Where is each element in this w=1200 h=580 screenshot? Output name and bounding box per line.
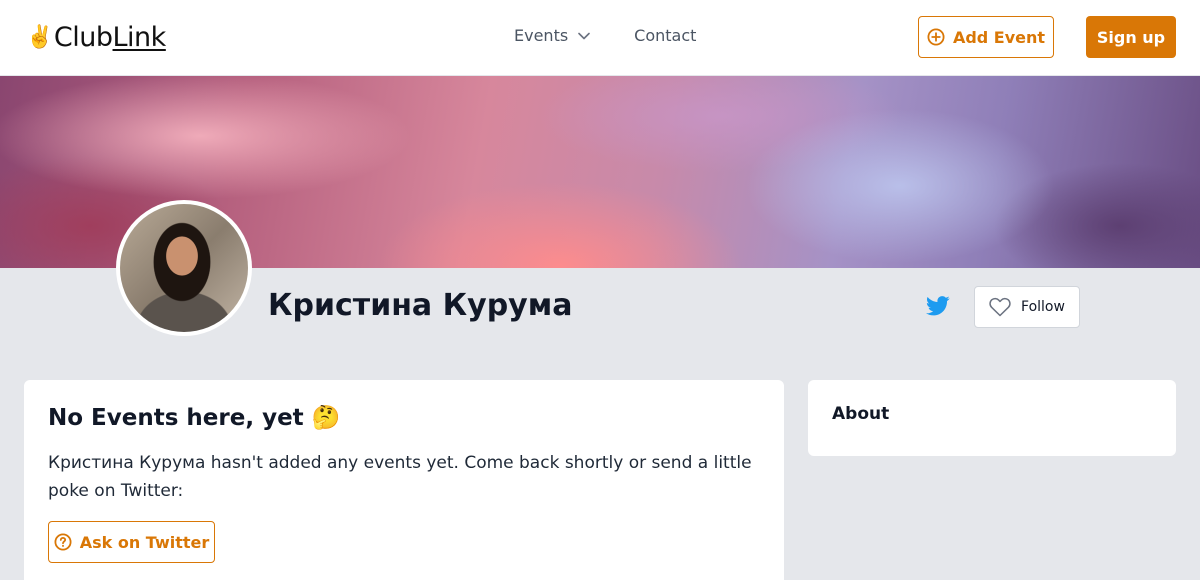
follow-label: Follow <box>1021 299 1065 315</box>
events-card-title: No Events here, yet 🤔 <box>48 404 760 432</box>
add-event-button[interactable]: Add Event <box>918 16 1054 58</box>
ask-on-twitter-label: Ask on Twitter <box>79 532 210 552</box>
sign-up-button[interactable]: Sign up <box>1086 16 1176 58</box>
events-card: No Events here, yet 🤔 Кристина Курума ha… <box>24 380 784 580</box>
logo-text-link: Link <box>112 22 167 53</box>
sign-up-label: Sign up <box>1096 27 1166 47</box>
site-header: ✌️ Club Link Events Contact Add Event Sig… <box>0 0 1200 76</box>
twitter-icon[interactable] <box>926 296 950 316</box>
no-events-message: Кристина Курума hasn't added any events … <box>48 453 752 501</box>
profile-avatar <box>116 200 252 336</box>
chevron-down-icon <box>578 32 590 39</box>
plus-circle-icon <box>927 28 945 46</box>
main-nav: Events Contact <box>514 26 696 45</box>
victory-hand-icon: ✌️ <box>26 25 53 50</box>
nav-events-label: Events <box>514 26 569 45</box>
nav-contact-link[interactable]: Contact <box>634 26 696 45</box>
question-circle-icon <box>54 533 72 551</box>
thinking-face-icon: 🤔 <box>311 405 341 431</box>
clublink-logo[interactable]: ✌️ Club Link <box>26 22 166 53</box>
about-card-title: About <box>832 404 890 424</box>
ask-on-twitter-button[interactable]: Ask on Twitter <box>48 521 215 563</box>
logo-text-club: Club <box>53 22 113 53</box>
avatar-photo <box>120 204 248 332</box>
heart-icon <box>989 297 1011 317</box>
add-event-label: Add Event <box>952 27 1046 47</box>
events-title-text: No Events here, yet <box>48 404 304 431</box>
profile-name: Кристина Курума <box>268 288 573 323</box>
nav-events-dropdown[interactable]: Events <box>514 26 590 45</box>
follow-button[interactable]: Follow <box>974 286 1080 328</box>
about-card: About <box>808 380 1176 456</box>
